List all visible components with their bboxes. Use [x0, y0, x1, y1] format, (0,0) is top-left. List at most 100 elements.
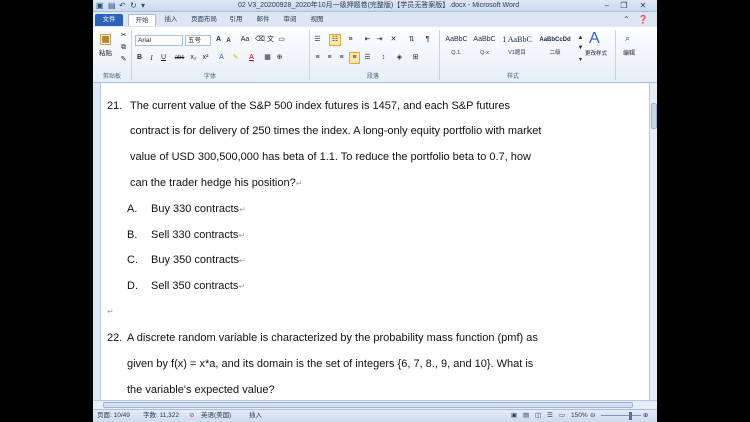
show-marks-icon[interactable]: ¶ — [423, 35, 432, 45]
print-layout-icon[interactable]: ▣ — [511, 410, 517, 422]
bold-button[interactable]: B — [135, 53, 144, 63]
tab-references[interactable]: 引用 — [226, 14, 246, 26]
tab-file[interactable]: 文件 — [95, 14, 123, 26]
zoom-out-icon[interactable]: ⊖ — [590, 410, 595, 422]
word-count[interactable]: 字数: 11,322 — [143, 410, 179, 422]
strikethrough-button[interactable]: abc — [173, 53, 186, 63]
minimize-ribbon-icon[interactable]: ⌃ — [623, 14, 630, 26]
grow-font-button[interactable]: A — [214, 35, 223, 45]
help-icon[interactable]: ❓ — [638, 14, 648, 26]
paste-button[interactable]: 粘贴 — [99, 49, 112, 59]
zoom-level[interactable]: 150% — [571, 410, 588, 422]
superscript-button[interactable]: x² — [201, 53, 210, 63]
style-q1[interactable]: AaBbC Q.1. — [443, 32, 470, 66]
zoom-in-icon[interactable]: ⊕ — [643, 410, 648, 422]
word-app-icon[interactable]: ▣ — [96, 1, 104, 11]
subscript-button[interactable]: x₂ — [189, 53, 198, 63]
paragraph-mark: ↵ — [239, 205, 246, 214]
web-layout-icon[interactable]: ◫ — [535, 410, 541, 422]
highlight-icon[interactable]: ✎ — [231, 53, 240, 63]
font-color-icon[interactable]: A — [247, 53, 256, 63]
chinese-layout-icon[interactable]: ✕ — [389, 35, 398, 45]
zoom-slider[interactable] — [601, 415, 641, 416]
redo-icon[interactable]: ↻ — [130, 1, 137, 11]
enclose-characters-icon[interactable]: ⊕ — [275, 53, 284, 63]
tab-mailings[interactable]: 邮件 — [253, 14, 273, 26]
style-level2[interactable]: AaBbCcDd 二级 — [537, 32, 573, 66]
change-styles-icon[interactable]: A — [589, 30, 600, 48]
proofing-icon[interactable]: ⊘ — [189, 410, 194, 422]
minimize-button[interactable]: – — [600, 1, 614, 11]
quick-access-dropdown-icon[interactable]: ▾ — [141, 1, 145, 11]
italic-button[interactable]: I — [147, 53, 156, 63]
close-button[interactable]: ✕ — [636, 1, 650, 11]
style-v1-title[interactable]: 1 AaBbC V1题目 — [499, 32, 535, 66]
restore-button[interactable]: ❐ — [617, 1, 631, 11]
styles-scroll-down-icon[interactable]: ▼ — [576, 43, 585, 53]
paste-icon[interactable]: ▣ — [99, 29, 112, 47]
sort-icon[interactable]: ⇅ — [407, 35, 416, 45]
save-icon[interactable]: ▤ — [108, 1, 116, 11]
styles-scroll-up-icon[interactable]: ▲ — [576, 33, 585, 43]
numbering-icon[interactable]: ☷ — [329, 34, 341, 46]
find-icon[interactable]: ⌕ — [625, 33, 630, 43]
tab-home[interactable]: 开始 — [128, 14, 156, 26]
cut-icon[interactable]: ✂ — [119, 31, 128, 41]
draft-icon[interactable]: ▭ — [559, 410, 565, 422]
multilevel-list-icon[interactable]: ≡ — [346, 35, 355, 45]
full-screen-reading-icon[interactable]: ▤ — [523, 410, 529, 422]
borders-icon[interactable]: ⊞ — [411, 53, 420, 63]
style-name: 二级 — [549, 50, 561, 56]
align-left-icon[interactable]: ≡ — [313, 53, 322, 63]
vertical-ruler — [93, 83, 101, 400]
q21-line: can the trader hedge his position?↵ — [130, 176, 302, 191]
tab-insert[interactable]: 插入 — [159, 14, 183, 26]
change-styles-button[interactable]: 更改样式 — [585, 49, 607, 59]
shading-icon[interactable]: ◈ — [395, 53, 404, 63]
style-qx[interactable]: AaBbC Q-x — [471, 32, 498, 66]
style-preview: AaBbC — [473, 36, 496, 43]
character-border-icon[interactable]: ▭ — [277, 35, 286, 45]
horizontal-scrollbar[interactable] — [93, 400, 657, 409]
vertical-scroll-thumb[interactable] — [651, 103, 657, 129]
undo-icon[interactable]: ↶ — [119, 1, 126, 11]
language-indicator[interactable]: 英语(美国) — [201, 410, 231, 422]
insert-mode[interactable]: 插入 — [249, 410, 262, 422]
font-name-select[interactable]: Arial — [135, 35, 183, 46]
decrease-indent-icon[interactable]: ⇤ — [363, 35, 372, 45]
tab-view[interactable]: 视图 — [307, 14, 327, 26]
copy-icon[interactable]: ⧉ — [119, 43, 128, 53]
outline-icon[interactable]: ☰ — [547, 410, 553, 422]
zoom-slider-handle[interactable] — [629, 412, 632, 420]
tab-review[interactable]: 审阅 — [280, 14, 300, 26]
option-text: Buy 350 contracts — [151, 254, 240, 266]
text-effects-icon[interactable]: A — [217, 53, 226, 63]
tab-page-layout[interactable]: 页面布局 — [187, 14, 221, 26]
justify-icon[interactable]: ≡ — [349, 52, 360, 64]
format-painter-icon[interactable]: ✎ — [119, 55, 128, 65]
styles-more-icon[interactable]: ▾ — [576, 55, 585, 65]
empty-paragraph-mark: ↵ — [107, 307, 114, 316]
clear-format-icon[interactable]: ⌫ — [255, 35, 265, 45]
underline-button[interactable]: U — [159, 53, 168, 63]
phonetic-guide-icon[interactable]: 文 — [266, 35, 275, 45]
align-center-icon[interactable]: ≡ — [325, 53, 334, 63]
character-shading-icon[interactable]: ▦ — [263, 53, 272, 63]
edit-button[interactable]: 编辑 — [623, 49, 635, 59]
title-bar: ▣ ▤ ↶ ↻ ▾ 02 V3_20200928_2020年10月一级押题卷(完… — [93, 0, 657, 12]
vertical-scrollbar[interactable] — [649, 83, 657, 400]
line-spacing-icon[interactable]: ↕ — [379, 53, 388, 63]
align-right-icon[interactable]: ≡ — [337, 53, 346, 63]
distributed-icon[interactable]: ☰ — [363, 53, 372, 63]
increase-indent-icon[interactable]: ⇥ — [375, 35, 384, 45]
bullets-icon[interactable]: ☰ — [313, 35, 322, 45]
font-size-select[interactable]: 五号 — [185, 35, 211, 46]
page-indicator[interactable]: 页面: 10/49 — [97, 410, 130, 422]
paragraph-group-label: 段落 — [366, 74, 379, 80]
group-divider — [309, 30, 310, 80]
change-case-button[interactable]: Aa — [239, 35, 251, 45]
document-page[interactable]: 21. The current value of the S&P 500 ind… — [93, 83, 649, 400]
option-text: Sell 330 contracts — [151, 229, 239, 241]
shrink-font-button[interactable]: A — [224, 36, 233, 46]
horizontal-scroll-thumb[interactable] — [103, 402, 633, 408]
